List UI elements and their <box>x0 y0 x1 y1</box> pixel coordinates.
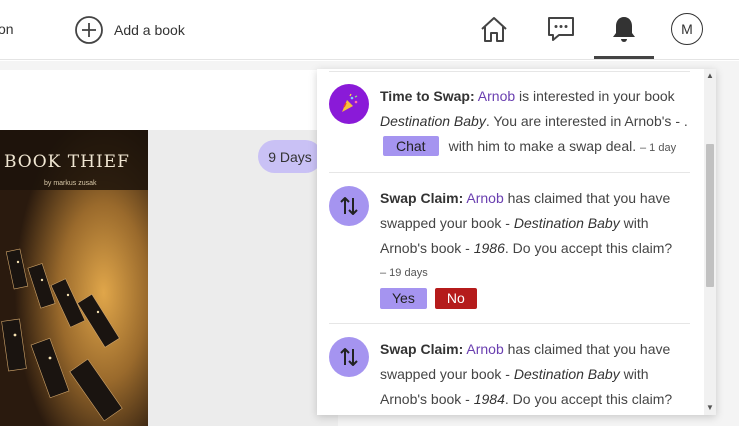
other-book-title: 1984 <box>473 391 505 407</box>
book-title: Destination Baby <box>513 366 620 382</box>
bell-icon <box>613 17 635 42</box>
notification-title: Swap Claim: <box>380 190 464 206</box>
notification-text: Swap Claim: Arnob has claimed that you h… <box>380 186 690 309</box>
scrollbar-thumb[interactable] <box>706 144 714 287</box>
book-cover-author: by markus zusak <box>44 180 97 187</box>
user-link[interactable]: Arnob <box>466 341 503 357</box>
book-cover-image[interactable]: BOOK THIEF by markus zusak <box>0 130 148 426</box>
book-cover-art <box>0 130 148 426</box>
book-card-panel <box>148 130 338 426</box>
add-book-button[interactable]: Add a book <box>74 15 185 45</box>
notification-text: Swap Claim: Arnob has claimed that you h… <box>380 337 690 412</box>
book-title: Destination Baby <box>380 113 486 129</box>
swap-arrows-icon <box>329 186 369 226</box>
notification-text: Time to Swap: Arnob is interested in you… <box>380 84 690 161</box>
scroll-up-icon[interactable]: ▲ <box>706 72 714 80</box>
messages-nav-button[interactable] <box>541 10 581 48</box>
notification-time: – 1 day <box>640 142 677 154</box>
divider <box>329 323 690 324</box>
content-header-strip <box>0 70 330 130</box>
dropdown-scrollbar[interactable]: ▲ ▼ <box>704 69 716 415</box>
divider <box>329 71 690 72</box>
notifications-list[interactable]: Time to Swap: Arnob is interested in you… <box>317 69 704 415</box>
notification-title: Swap Claim: <box>380 341 464 357</box>
avatar[interactable]: M <box>671 13 703 45</box>
chat-button[interactable]: Chat <box>383 136 439 156</box>
chat-bubble-icon <box>548 17 574 41</box>
party-popper-icon <box>329 84 369 124</box>
plus-circle-icon <box>75 16 103 44</box>
nav-link-truncated[interactable]: on <box>0 21 14 37</box>
home-icon <box>481 17 507 42</box>
notifications-dropdown: Time to Swap: Arnob is interested in you… <box>317 69 716 415</box>
notification-message: . You are interested in Arnob's - . <box>485 113 688 129</box>
days-badge: 9 Days <box>258 140 322 173</box>
user-link[interactable]: Arnob <box>478 88 515 104</box>
active-nav-indicator <box>594 56 654 59</box>
notification-time: – 19 days <box>380 267 428 279</box>
notification-message: with him to make a swap deal. <box>448 138 637 154</box>
notifications-nav-button[interactable] <box>604 10 644 48</box>
other-book-title: 1986 <box>473 240 505 256</box>
yes-button[interactable]: Yes <box>380 288 427 309</box>
book-title: Destination Baby <box>513 215 620 231</box>
divider <box>329 172 690 173</box>
notification-title: Time to Swap: <box>380 88 475 104</box>
notification-message: . Do you accept this claim? <box>504 240 673 256</box>
book-cover-title: BOOK THIEF <box>4 152 130 172</box>
home-nav-button[interactable] <box>474 10 514 48</box>
scroll-down-icon[interactable]: ▼ <box>706 404 714 412</box>
no-button[interactable]: No <box>434 288 477 309</box>
top-navigation-bar: on Add a book M <box>0 0 739 60</box>
swap-arrows-icon <box>329 337 369 377</box>
notification-message: is interested in your book <box>519 88 675 104</box>
claim-actions: Yes No <box>380 288 690 309</box>
user-link[interactable]: Arnob <box>466 190 503 206</box>
add-book-label: Add a book <box>114 22 185 38</box>
notification-message: . Do you accept this claim? <box>504 391 673 407</box>
